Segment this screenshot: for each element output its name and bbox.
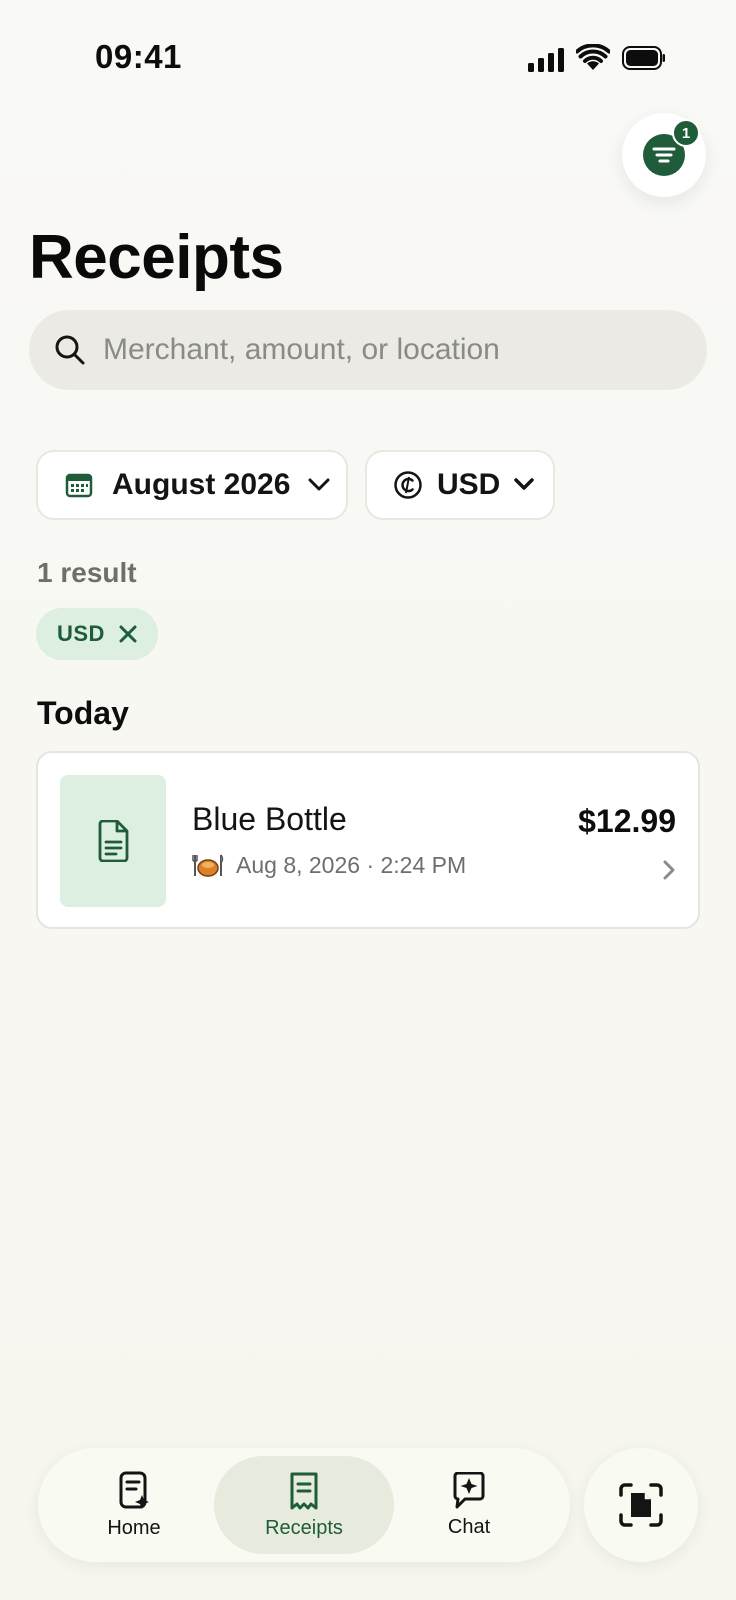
scan-receipt-button[interactable] (584, 1448, 698, 1562)
receipt-card[interactable]: Blue Bottle Aug 8, 2026 · 2:24 PM $12.99 (36, 751, 700, 929)
section-heading-today: Today (37, 695, 129, 731)
bottom-nav: Home Receipts Chat (38, 1448, 570, 1562)
search-bar[interactable] (29, 310, 707, 390)
home-receipt-icon (119, 1471, 149, 1509)
nav-chat[interactable]: Chat (413, 1456, 525, 1554)
nav-home[interactable]: Home (78, 1456, 190, 1554)
nav-home-label: Home (107, 1516, 161, 1539)
receipt-amount: $12.99 (578, 803, 676, 839)
filter-button[interactable]: 1 (622, 113, 706, 197)
nav-chat-label: Chat (447, 1515, 491, 1538)
chat-sparkle-icon (453, 1471, 485, 1508)
receipt-merchant: Blue Bottle (192, 801, 347, 837)
currency-filter-dropdown[interactable]: USD (365, 450, 555, 520)
receipt-thumbnail (60, 775, 166, 907)
page-title: Receipts (29, 223, 284, 292)
active-filter-tag[interactable]: USD (36, 608, 158, 660)
chevron-right-icon (663, 860, 675, 880)
wifi-icon (576, 44, 610, 70)
receipt-date-time: Aug 8, 2026 · 2:24 PM (236, 851, 467, 878)
close-icon[interactable] (119, 625, 137, 643)
chevron-down-icon (514, 478, 535, 490)
receipt-meta: Aug 8, 2026 · 2:24 PM (192, 851, 466, 879)
date-filter-dropdown[interactable]: August 2026 (36, 450, 348, 520)
search-input[interactable] (101, 332, 665, 368)
currency-filter-label: USD (437, 468, 501, 501)
date-filter-label: August 2026 (112, 468, 291, 501)
calendar-icon (65, 473, 93, 498)
chevron-down-icon (308, 478, 330, 491)
receipt-icon (290, 1472, 318, 1509)
cellular-signal-icon (528, 48, 564, 72)
search-icon (55, 335, 85, 365)
status-time: 09:41 (95, 38, 182, 75)
battery-icon (622, 46, 665, 70)
currency-icon (394, 471, 422, 499)
active-filter-tag-label: USD (57, 621, 105, 646)
document-icon (98, 820, 129, 862)
result-count: 1 result (37, 557, 137, 588)
scan-document-icon (619, 1483, 663, 1527)
nav-receipts-label: Receipts (265, 1516, 343, 1539)
filter-count-badge: 1 (672, 119, 700, 147)
nav-receipts[interactable]: Receipts (214, 1456, 394, 1554)
dining-icon (192, 854, 224, 877)
